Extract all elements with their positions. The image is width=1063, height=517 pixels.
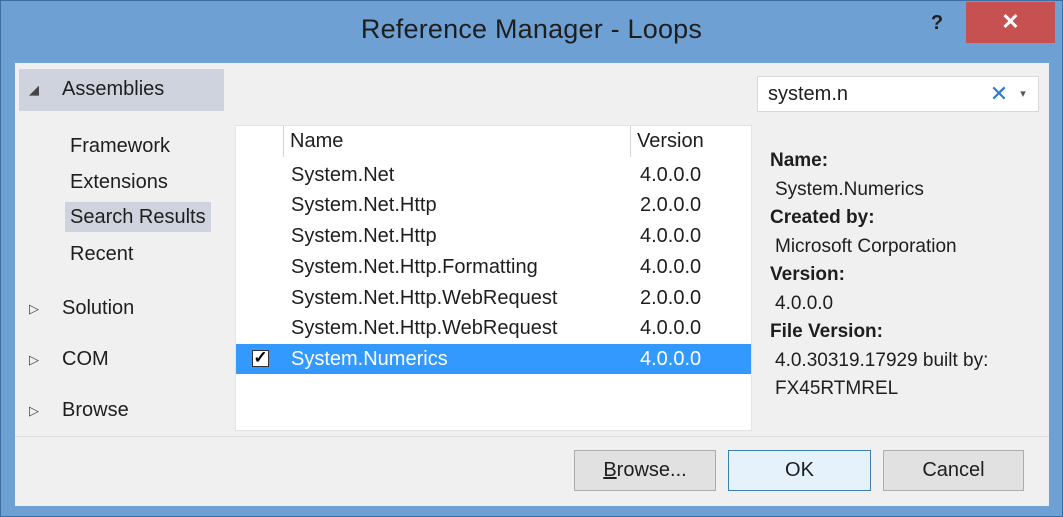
reference-manager-window: Reference Manager - Loops ? ✕ ◢ Assembli… — [0, 0, 1063, 517]
nav-group-label: Browse — [62, 399, 129, 421]
list-row[interactable]: System.Net.Http 4.0.0.0 — [236, 221, 751, 251]
row-name: System.Net.Http — [291, 225, 437, 247]
row-name: System.Net.Http.WebRequest — [291, 287, 558, 309]
list-row[interactable]: System.Net 4.0.0.0 — [236, 160, 751, 190]
nav-group-com[interactable]: ▷ COM — [19, 339, 224, 381]
ok-button[interactable]: OK — [728, 450, 871, 491]
nav-item-search-results[interactable]: Search Results — [65, 202, 211, 232]
search-dropdown-icon[interactable]: ▾ — [1014, 81, 1032, 107]
row-version: 4.0.0.0 — [640, 256, 702, 278]
nav-group-solution[interactable]: ▷ Solution — [19, 288, 224, 330]
detail-file-version-value: 4.0.30319.17929 built by: — [775, 349, 989, 371]
clear-search-icon[interactable]: ✕ — [988, 81, 1010, 107]
collapsed-triangle-icon: ▷ — [29, 352, 39, 367]
detail-file-version-build: FX45RTMREL — [775, 378, 899, 399]
detail-name-value: System.Numerics — [775, 178, 924, 200]
dialog-footer: Browse... OK Cancel — [15, 436, 1049, 506]
row-name: System.Numerics — [291, 348, 448, 370]
window-title: Reference Manager - Loops — [360, 14, 703, 44]
details-pane: Name: System.Numerics Created by: Micros… — [770, 147, 1040, 404]
detail-version-label: Version: — [770, 264, 845, 285]
close-icon: ✕ — [1001, 9, 1020, 34]
nav-item-extensions[interactable]: Extensions — [65, 167, 173, 197]
search-box: ✕ ▾ — [757, 76, 1039, 112]
row-version: 4.0.0.0 — [640, 348, 702, 370]
detail-created-label: Created by: — [770, 207, 875, 228]
browse-button[interactable]: Browse... — [574, 450, 716, 491]
dialog-content: ◢ Assemblies Framework Extensions Search… — [15, 63, 1049, 506]
column-header-version[interactable]: Version — [631, 126, 751, 157]
row-version: 2.0.0.0 — [640, 287, 702, 309]
collapsed-triangle-icon: ▷ — [29, 301, 39, 316]
browse-label: rowse... — [616, 459, 687, 481]
list-row[interactable]: System.Net.Http.Formatting 4.0.0.0 — [236, 252, 751, 282]
nav-item-recent[interactable]: Recent — [65, 239, 138, 269]
detail-created-value: Microsoft Corporation — [775, 235, 957, 257]
list-header: Name Version — [236, 126, 751, 158]
row-name: System.Net — [291, 164, 395, 186]
nav-group-label: Assemblies — [62, 78, 165, 100]
dialog-client-area: ◢ Assemblies Framework Extensions Search… — [15, 63, 1049, 436]
reference-list[interactable]: Name Version System.Net 4.0.0.0 System.N… — [235, 125, 752, 431]
column-header-check[interactable] — [236, 126, 284, 157]
row-version: 4.0.0.0 — [640, 317, 702, 339]
detail-file-version-label: File Version: — [770, 321, 883, 342]
close-button[interactable]: ✕ — [966, 2, 1055, 43]
expanded-triangle-icon: ◢ — [29, 82, 39, 97]
help-button[interactable]: ? — [921, 9, 953, 39]
checkmark-icon: ✓ — [253, 348, 268, 367]
row-version: 4.0.0.0 — [640, 225, 702, 247]
collapsed-triangle-icon: ▷ — [29, 403, 39, 418]
browse-accelerator: B — [603, 459, 617, 481]
detail-version-value: 4.0.0.0 — [775, 292, 834, 314]
column-header-name[interactable]: Name — [284, 126, 631, 157]
row-version: 2.0.0.0 — [640, 194, 702, 216]
nav-group-label: COM — [62, 348, 109, 370]
row-checkbox[interactable]: ✓ — [252, 348, 269, 367]
row-version: 4.0.0.0 — [640, 164, 702, 186]
list-row[interactable]: System.Net.Http 2.0.0.0 — [236, 190, 751, 220]
search-input[interactable] — [768, 81, 983, 107]
cancel-button[interactable]: Cancel — [883, 450, 1024, 491]
list-row-selected[interactable]: ✓ System.Numerics 4.0.0.0 — [236, 344, 751, 374]
row-name: System.Net.Http.WebRequest — [291, 317, 558, 339]
nav-group-assemblies[interactable]: ◢ Assemblies — [19, 69, 224, 111]
title-bar[interactable]: Reference Manager - Loops ? ✕ — [1, 1, 1062, 63]
detail-name-label: Name: — [770, 150, 829, 171]
row-name: System.Net.Http — [291, 194, 437, 216]
list-row[interactable]: System.Net.Http.WebRequest 2.0.0.0 — [236, 283, 751, 313]
category-nav: ◢ Assemblies Framework Extensions Search… — [15, 63, 231, 436]
list-row[interactable]: System.Net.Http.WebRequest 4.0.0.0 — [236, 313, 751, 343]
nav-group-browse[interactable]: ▷ Browse — [19, 390, 224, 432]
nav-group-label: Solution — [62, 297, 135, 319]
nav-item-framework[interactable]: Framework — [65, 131, 175, 161]
row-name: System.Net.Http.Formatting — [291, 256, 538, 278]
